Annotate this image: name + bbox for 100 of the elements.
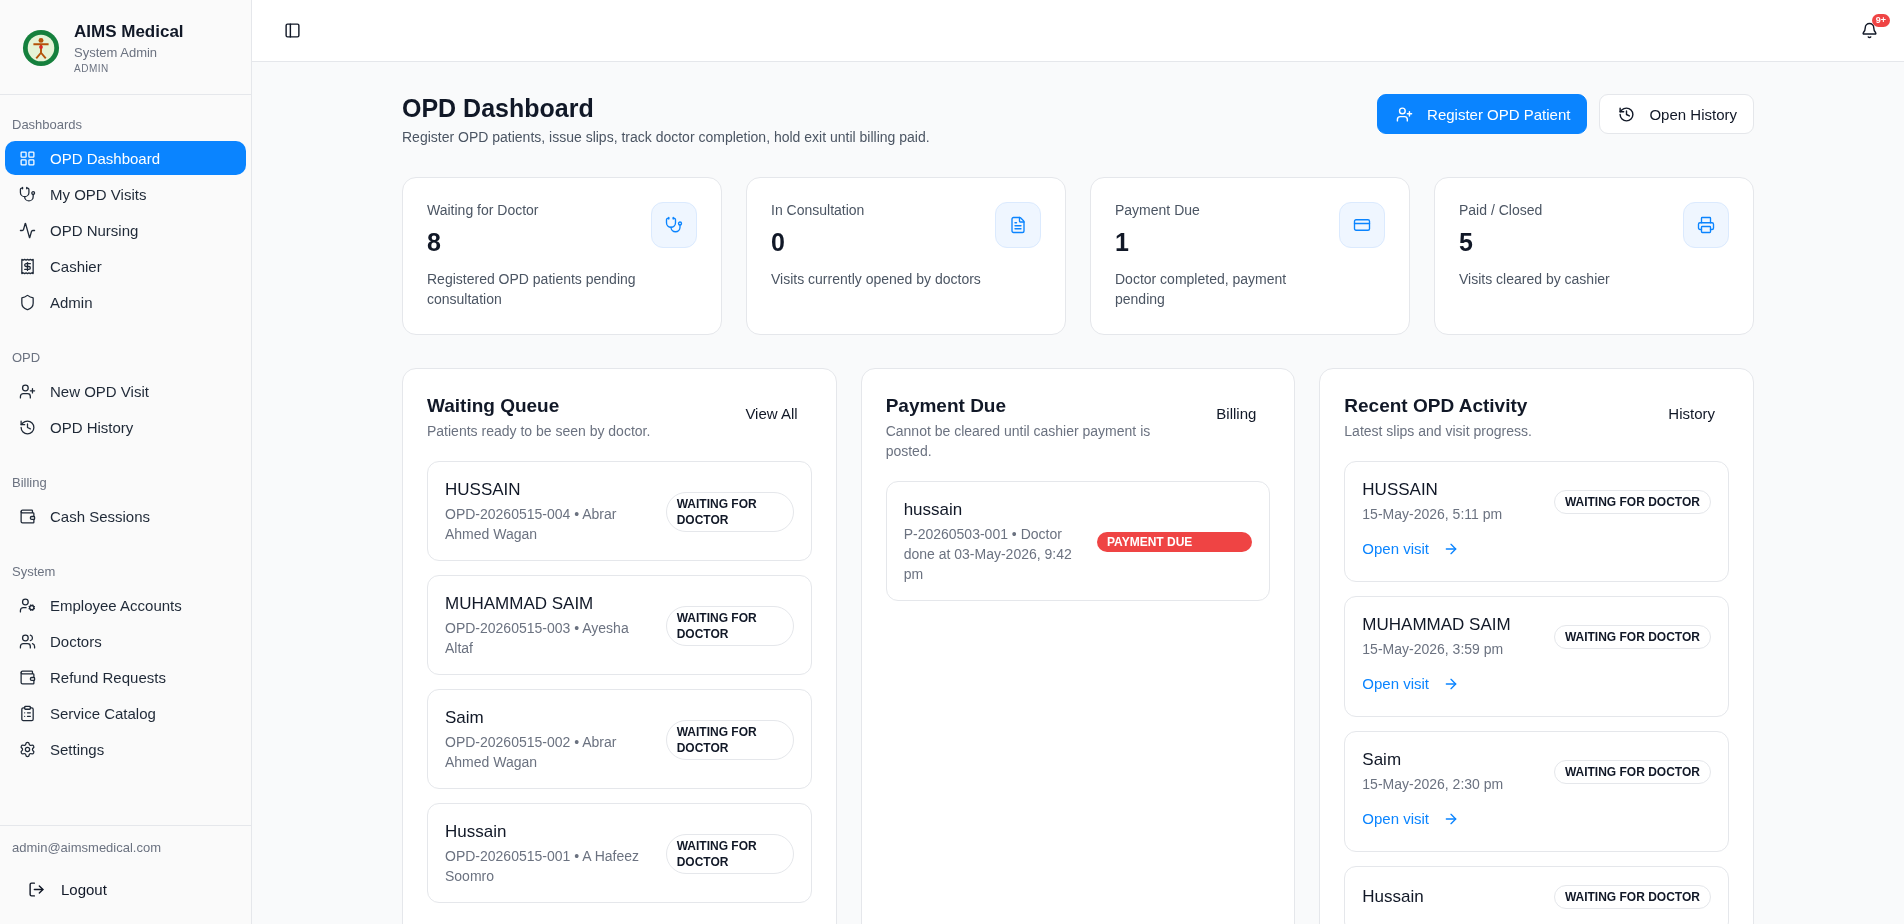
- credit-card-icon: [1339, 202, 1385, 248]
- nav-item[interactable]: Employee Accounts: [5, 588, 246, 622]
- pulse-icon: [19, 221, 36, 239]
- nav-item[interactable]: OPD Nursing: [5, 213, 246, 247]
- stat-value: 5: [1459, 228, 1474, 257]
- clipboard-icon: [19, 704, 36, 722]
- notification-count: 9+: [1871, 14, 1890, 27]
- stat-caption: Registered OPD patients pending consultation: [427, 270, 637, 309]
- panel-link-button[interactable]: View All: [731, 395, 812, 432]
- panel-icon: [284, 22, 301, 39]
- status-badge: WAITING FOR DOCTOR: [665, 606, 794, 646]
- status-badge: WAITING FOR DOCTOR: [1553, 885, 1711, 909]
- role-tag: ADMIN: [74, 63, 184, 74]
- panel-subtitle: Cannot be cleared until cashier payment is posted.: [885, 422, 1152, 461]
- stat-value: 1: [1115, 228, 1130, 257]
- visit-details: OPD-20260515-003 • Ayesha Altaf: [445, 619, 630, 658]
- shield-icon: [19, 293, 36, 311]
- printer-icon: [1683, 202, 1729, 248]
- nav-item[interactable]: Service Catalog: [5, 696, 246, 730]
- stethoscope-icon: [19, 185, 36, 203]
- logout-icon: [28, 881, 45, 898]
- panel-link-button[interactable]: Billing: [1202, 395, 1271, 432]
- stat-caption: Visits cleared by cashier: [1459, 270, 1610, 289]
- status-badge: WAITING FOR DOCTOR: [1553, 625, 1711, 649]
- patient-name: HUSSAIN: [445, 480, 522, 500]
- patient-name: Saim: [1362, 750, 1403, 770]
- stat-label: Paid / Closed: [1459, 202, 1544, 218]
- stat-caption: Doctor completed, payment pending: [1115, 270, 1288, 309]
- status-badge: WAITING FOR DOCTOR: [665, 834, 794, 874]
- user-role: System Admin: [74, 45, 159, 60]
- panel-subtitle: Patients ready to be seen by doctor.: [427, 422, 651, 441]
- stethoscope-icon: [651, 202, 697, 248]
- section-heading: OPD: [11, 349, 42, 367]
- visit-details: OPD-20260515-004 • Abrar Ahmed Wagan: [445, 505, 618, 544]
- wallet-icon: [19, 668, 36, 686]
- nav-item[interactable]: Cash Sessions: [5, 499, 246, 533]
- nav-item[interactable]: Admin: [5, 285, 246, 319]
- status-badge: WAITING FOR DOCTOR: [665, 492, 794, 532]
- document-icon: [995, 202, 1041, 248]
- open-visit-link[interactable]: Open visit: [1362, 540, 1460, 557]
- open-visit-link[interactable]: Open visit: [1362, 675, 1460, 692]
- register-patient-button[interactable]: Register OPD Patient: [1377, 94, 1588, 134]
- user-plus-icon: [1396, 105, 1414, 123]
- bell-icon: [1861, 22, 1878, 39]
- settings-icon: [19, 740, 36, 758]
- panel-title: Payment Due: [885, 395, 1008, 417]
- nav-item[interactable]: Settings: [5, 732, 246, 766]
- users-icon: [19, 632, 36, 650]
- nav-item[interactable]: Doctors: [5, 624, 246, 658]
- patient-name: hussain: [903, 500, 964, 520]
- panel-title: Recent OPD Activity: [1344, 395, 1529, 417]
- patient-name: Saim: [445, 708, 485, 728]
- user-plus-icon: [19, 382, 36, 400]
- user-email: admin@aimsmedical.com: [12, 840, 163, 855]
- panel-link-button[interactable]: History: [1654, 395, 1729, 432]
- visit-details: OPD-20260515-001 • A Hafeez Soomro: [445, 847, 641, 886]
- visit-details: 15-May-2026, 5:11 pm: [1362, 505, 1503, 524]
- patient-name: MUHAMMAD SAIM: [445, 594, 595, 614]
- status-badge: PAYMENT DUE: [1096, 532, 1253, 552]
- receipt-icon: [19, 257, 36, 275]
- logout-button[interactable]: Logout: [12, 875, 123, 904]
- status-badge: WAITING FOR DOCTOR: [1553, 490, 1711, 514]
- visit-details: 15-May-2026, 3:59 pm: [1362, 640, 1505, 659]
- history-icon: [1618, 105, 1636, 123]
- history-icon: [19, 418, 36, 436]
- brand-name: AIMS Medical: [74, 22, 184, 42]
- nav-item[interactable]: Cashier: [5, 249, 246, 283]
- stat-value: 8: [427, 228, 442, 257]
- status-badge: WAITING FOR DOCTOR: [1553, 760, 1711, 784]
- nav-item[interactable]: My OPD Visits: [5, 177, 246, 211]
- open-history-button[interactable]: Open History: [1599, 94, 1754, 134]
- logo-icon: [22, 29, 60, 67]
- stat-caption: Visits currently opened by doctors: [771, 270, 981, 289]
- patient-name: Hussain: [1362, 887, 1424, 907]
- stat-label: Waiting for Doctor: [427, 202, 540, 218]
- open-visit-link[interactable]: Open visit: [1362, 810, 1460, 827]
- section-heading: System: [11, 563, 57, 581]
- panel-title: Waiting Queue: [427, 395, 561, 417]
- nav-item[interactable]: Refund Requests: [5, 660, 246, 694]
- visit-details: P-20260503-001 • Doctor done at 03-May-2026, 9:42 pm: [903, 525, 1073, 584]
- nav-item[interactable]: OPD History: [5, 410, 246, 444]
- nav-item[interactable]: OPD Dashboard: [5, 141, 246, 175]
- patient-name: MUHAMMAD SAIM: [1362, 615, 1511, 635]
- patient-name: Hussain: [445, 822, 508, 842]
- stat-value: 0: [771, 228, 786, 257]
- wallet-icon: [19, 507, 36, 525]
- status-badge: WAITING FOR DOCTOR: [665, 720, 794, 760]
- page-subtitle: Register OPD patients, issue slips, track doctor completion, hold exit until billing paid.: [402, 129, 930, 145]
- user-gear-icon: [19, 596, 36, 614]
- stat-label: Payment Due: [1115, 202, 1201, 218]
- page-title: OPD Dashboard: [402, 94, 595, 123]
- patient-name: HUSSAIN: [1362, 480, 1439, 500]
- grid-icon: [19, 149, 36, 167]
- nav-item[interactable]: New OPD Visit: [5, 374, 246, 408]
- visit-details: OPD-20260515-002 • Abrar Ahmed Wagan: [445, 733, 618, 772]
- visit-details: 15-May-2026, 2:30 pm: [1362, 775, 1504, 794]
- section-heading: Billing: [11, 474, 48, 492]
- stat-label: In Consultation: [771, 202, 866, 218]
- section-heading: Dashboards: [11, 116, 84, 134]
- panel-subtitle: Latest slips and visit progress.: [1344, 422, 1532, 441]
